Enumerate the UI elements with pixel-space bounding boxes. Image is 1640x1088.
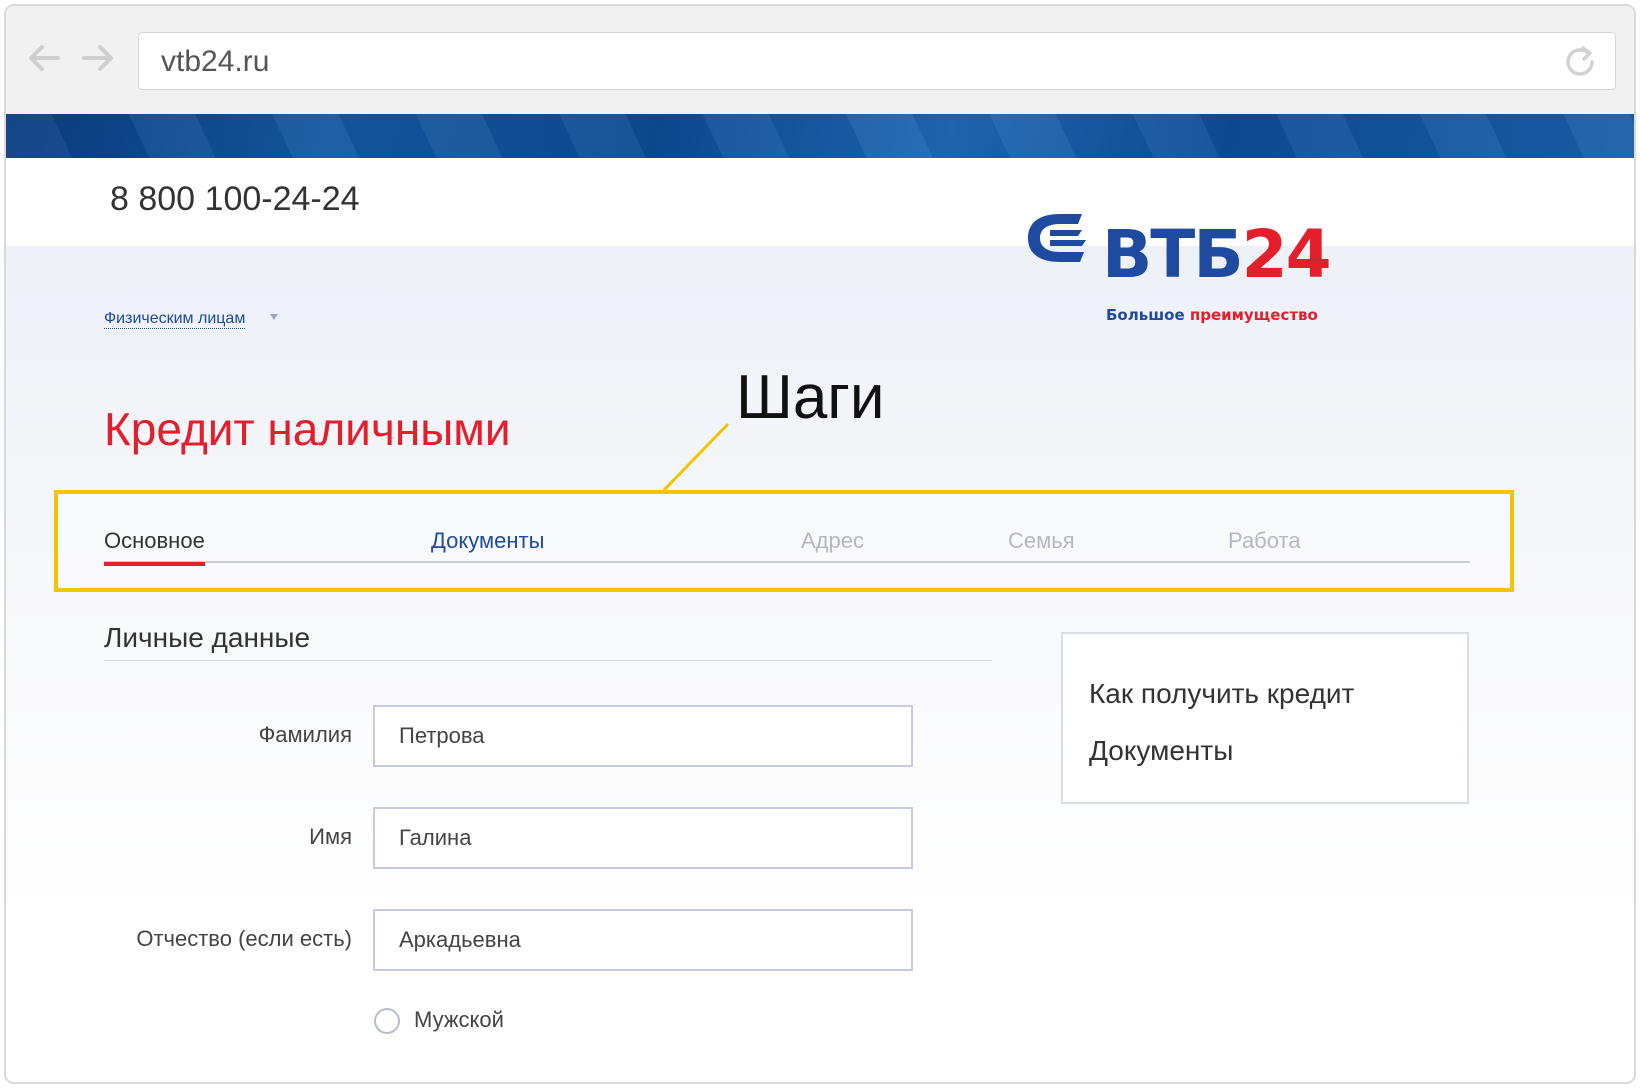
logo-slogan: Большое преимущество: [1106, 306, 1318, 324]
segment-dropdown-link[interactable]: Физическим лицам: [104, 310, 246, 329]
first-name-label: Имя: [309, 824, 352, 849]
gender-male-label[interactable]: Мужской: [414, 1007, 504, 1033]
surname-label: Фамилия: [258, 722, 352, 747]
sidebar-link-documents[interactable]: Документы: [1089, 735, 1233, 767]
logo-word-24: 24: [1241, 216, 1332, 293]
sidebar-link-how-to-get-credit[interactable]: Как получить кредит: [1089, 678, 1354, 710]
surname-input[interactable]: [373, 705, 913, 767]
logo-wordmark: ВТБ24: [1102, 220, 1331, 290]
page-title: Кредит наличными: [104, 403, 511, 455]
reload-icon[interactable]: [1561, 43, 1599, 81]
sidebar-card: Как получить кредит Документы: [1061, 632, 1469, 804]
header-banner: [6, 114, 1634, 158]
step-tab-family: Семья: [1008, 528, 1075, 553]
section-title: Личные данные: [104, 622, 311, 653]
step-tab-address: Адрес: [801, 528, 864, 553]
first-name-input[interactable]: [373, 807, 913, 869]
slogan-part-1: Большое: [1106, 306, 1185, 324]
vtb-logo-mark-icon: [1028, 214, 1086, 262]
slogan-part-2: преимущество: [1189, 306, 1318, 324]
logo-word-vtb: ВТБ: [1102, 216, 1244, 293]
phone-number[interactable]: 8 800 100-24-24: [110, 180, 360, 219]
steps-divider: [104, 561, 1470, 563]
forward-arrow-icon[interactable]: [78, 38, 118, 78]
address-url[interactable]: vtb24.ru: [161, 45, 269, 79]
step-tab-documents[interactable]: Документы: [431, 528, 544, 554]
caret-down-icon[interactable]: [270, 314, 278, 320]
step-tab-work: Работа: [1228, 528, 1301, 553]
section-divider: [104, 660, 992, 661]
browser-toolbar: vtb24.ru: [6, 6, 1634, 114]
back-arrow-icon[interactable]: [24, 38, 64, 78]
patronymic-label: Отчество (если есть): [136, 926, 352, 951]
annotation-label: Шаги: [736, 363, 885, 432]
patronymic-input[interactable]: [373, 909, 913, 971]
address-bar[interactable]: vtb24.ru: [138, 32, 1616, 90]
vtb24-logo[interactable]: ВТБ24 Большое преимущество: [1020, 208, 1331, 348]
step-tab-main[interactable]: Основное: [104, 528, 205, 566]
top-strip: 8 800 100-24-24: [6, 158, 1634, 246]
gender-male-radio[interactable]: [374, 1008, 400, 1034]
